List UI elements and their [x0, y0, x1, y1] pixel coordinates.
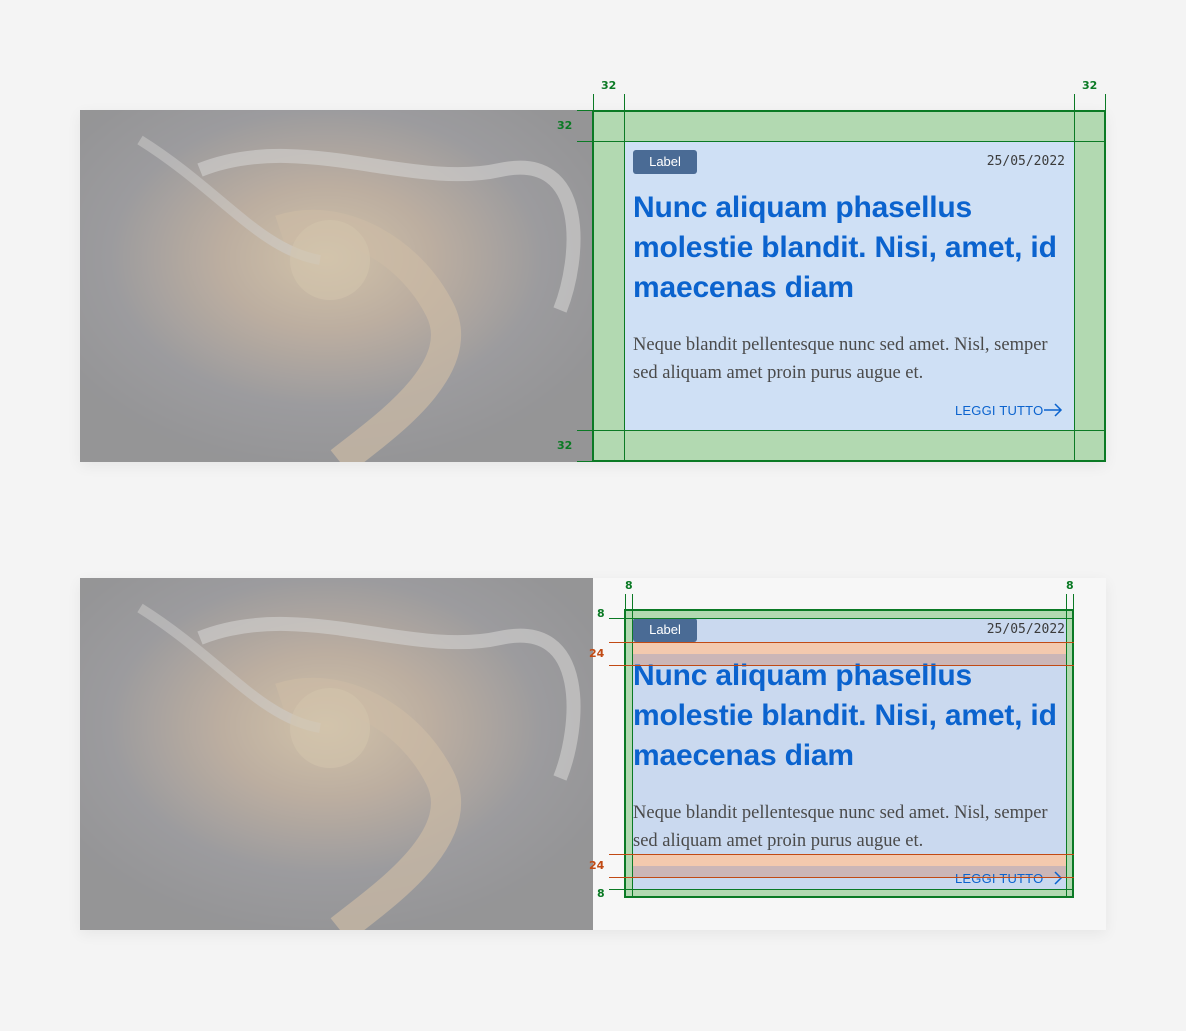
publish-date: 25/05/2022 — [986, 622, 1065, 637]
spacing-overlay — [633, 642, 1066, 654]
card-image — [80, 110, 593, 462]
measure-outline-bottom — [593, 460, 1106, 462]
spacing-overlay — [633, 854, 1066, 866]
measure-label-right: 32 — [1082, 79, 1098, 92]
measure-line — [1105, 94, 1106, 114]
gap-line — [609, 854, 1074, 855]
measure-label-bottom: 32 — [557, 439, 573, 452]
category-label-badge[interactable]: Label — [633, 150, 697, 174]
measure-line — [625, 594, 626, 612]
card-description: Neque blandit pellentesque nunc sed amet… — [633, 335, 1048, 383]
card-description: Neque blandit pellentesque nunc sed amet… — [633, 803, 1048, 851]
card-title[interactable]: Nunc aliquam phasellus molestie blandit.… — [633, 656, 1065, 776]
gap-line — [609, 642, 1074, 643]
measure-line — [577, 461, 597, 462]
measure-outline-left — [592, 110, 594, 462]
measure-outline-bottom — [625, 896, 1074, 898]
measure-line — [577, 430, 1106, 431]
gap-line — [609, 877, 1074, 878]
measure-label-bottom: 8 — [597, 887, 605, 900]
arrow-right-icon[interactable] — [1043, 402, 1063, 418]
gap-label-cta: 24 — [589, 859, 605, 872]
measure-line — [577, 110, 597, 111]
measure-line — [577, 141, 1106, 142]
card-title[interactable]: Nunc aliquam phasellus molestie blandit.… — [633, 188, 1065, 308]
measure-line — [1073, 594, 1074, 612]
measure-line — [609, 889, 1074, 890]
measure-outline-top — [625, 609, 1074, 611]
measure-line — [593, 94, 594, 114]
measure-label-left: 32 — [601, 79, 617, 92]
measure-line — [1066, 594, 1067, 898]
chevron-right-icon[interactable] — [1051, 870, 1063, 886]
measure-label-top: 8 — [597, 607, 605, 620]
category-label-badge[interactable]: Label — [633, 618, 697, 642]
measure-outline-top — [593, 110, 1106, 112]
measure-line — [632, 594, 633, 898]
measure-label-right: 8 — [1066, 579, 1074, 592]
measure-line — [624, 94, 625, 462]
read-more-link[interactable]: LEGGI TUTTO — [955, 871, 1043, 886]
gap-label-header: 24 — [589, 647, 605, 660]
card-image — [80, 578, 593, 930]
publish-date: 25/05/2022 — [986, 154, 1065, 169]
measure-line — [609, 618, 1074, 619]
measure-label-left: 8 — [625, 579, 633, 592]
measure-label-top: 32 — [557, 119, 573, 132]
read-more-link[interactable]: LEGGI TUTTO — [955, 403, 1043, 418]
gap-line — [609, 665, 1074, 666]
measure-line — [1074, 94, 1075, 462]
measure-outline-right — [1104, 110, 1106, 462]
